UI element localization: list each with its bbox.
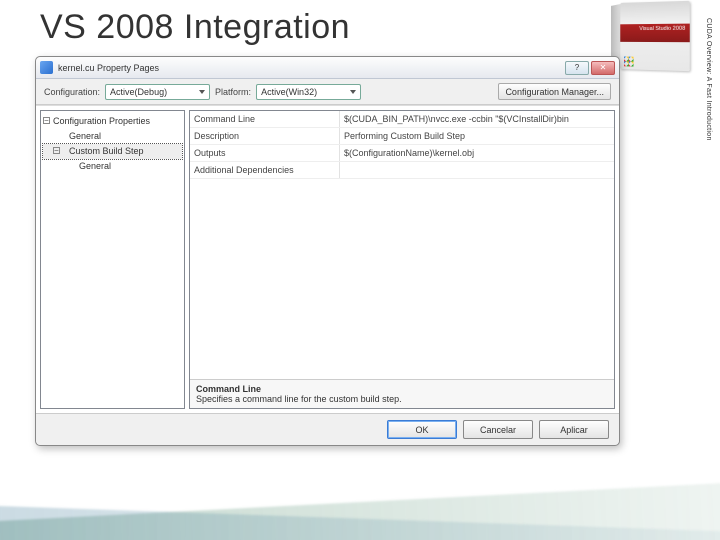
prop-value[interactable]: $(ConfigurationName)\kernel.obj — [340, 145, 614, 161]
prop-name: Description — [190, 128, 340, 144]
prop-name: Command Line — [190, 111, 340, 127]
property-grid: Command Line $(CUDA_BIN_PATH)\nvcc.exe -… — [189, 110, 615, 409]
config-toolbar: Configuration: Active(Debug) Platform: A… — [36, 79, 619, 105]
prop-value[interactable] — [340, 162, 614, 178]
platform-value: Active(Win32) — [261, 87, 317, 97]
property-pages-dialog: kernel.cu Property Pages ? ✕ Configurati… — [35, 56, 620, 446]
microsoft-logo-icon — [624, 57, 633, 67]
prop-value[interactable]: Performing Custom Build Step — [340, 128, 614, 144]
dialog-title: kernel.cu Property Pages — [58, 63, 563, 73]
config-tree[interactable]: – Configuration Properties General – Cus… — [40, 110, 185, 409]
help-panel: Command Line Specifies a command line fo… — [190, 379, 614, 408]
prop-row[interactable]: Description Performing Custom Build Step — [190, 128, 614, 145]
prop-row[interactable]: Additional Dependencies — [190, 162, 614, 179]
slide-title: VS 2008 Integration — [40, 8, 350, 47]
tree-custom-general[interactable]: General — [43, 159, 182, 174]
collapse-icon[interactable]: – — [53, 147, 60, 154]
dialog-titlebar: kernel.cu Property Pages ? ✕ — [36, 57, 619, 79]
apply-button[interactable]: Aplicar — [539, 420, 609, 439]
prop-name: Outputs — [190, 145, 340, 161]
tree-custom-build-step[interactable]: – Custom Build Step — [43, 144, 182, 159]
help-description: Specifies a command line for the custom … — [196, 394, 608, 404]
tree-root-label: Configuration Properties — [53, 116, 150, 126]
dialog-footer: OK Cancelar Aplicar — [36, 413, 619, 445]
help-title: Command Line — [196, 384, 608, 394]
platform-combo[interactable]: Active(Win32) — [256, 84, 361, 100]
product-box-label: Visual Studio 2008 — [639, 26, 685, 32]
configuration-value: Active(Debug) — [110, 87, 167, 97]
cancel-button[interactable]: Cancelar — [463, 420, 533, 439]
tree-root[interactable]: – Configuration Properties — [43, 114, 182, 129]
platform-label: Platform: — [215, 87, 251, 97]
help-button[interactable]: ? — [565, 61, 589, 75]
decorative-footer — [0, 470, 720, 540]
prop-name: Additional Dependencies — [190, 162, 340, 178]
collapse-icon[interactable]: – — [43, 117, 50, 124]
prop-row[interactable]: Command Line $(CUDA_BIN_PATH)\nvcc.exe -… — [190, 111, 614, 128]
prop-row[interactable]: Outputs $(ConfigurationName)\kernel.obj — [190, 145, 614, 162]
tree-general[interactable]: General — [43, 129, 182, 144]
configuration-combo[interactable]: Active(Debug) — [105, 84, 210, 100]
configuration-manager-button[interactable]: Configuration Manager... — [498, 83, 611, 100]
ok-button[interactable]: OK — [387, 420, 457, 439]
prop-value[interactable]: $(CUDA_BIN_PATH)\nvcc.exe -ccbin "$(VCIn… — [340, 111, 614, 127]
app-icon — [40, 61, 53, 74]
side-caption: CUDA Overview: A Fast Introduction — [705, 18, 712, 141]
tree-custom-label: Custom Build Step — [69, 146, 144, 156]
close-button[interactable]: ✕ — [591, 61, 615, 75]
configuration-label: Configuration: — [44, 87, 100, 97]
